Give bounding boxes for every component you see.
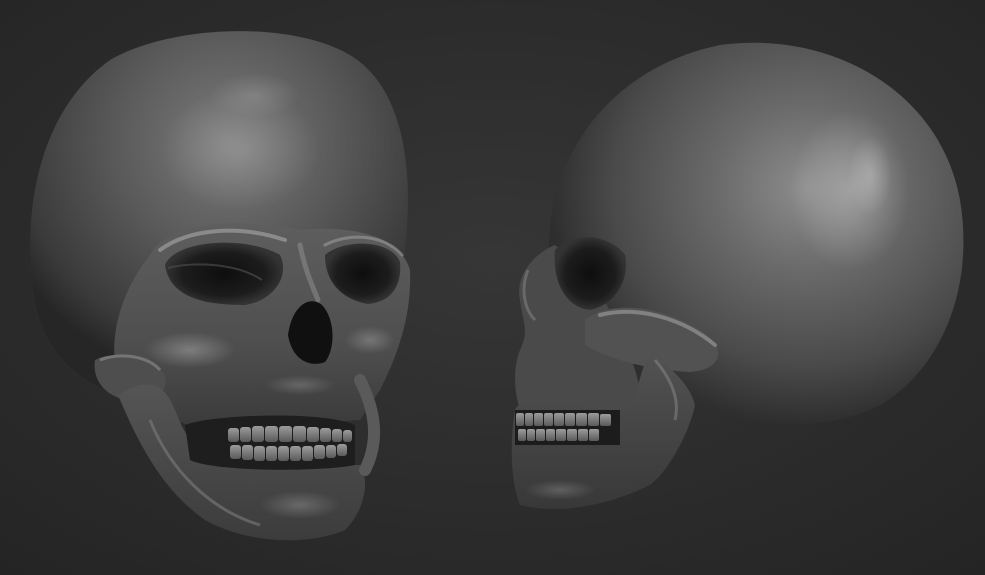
upper-teeth bbox=[516, 413, 611, 426]
render-viewport bbox=[0, 0, 985, 575]
lower-teeth bbox=[518, 429, 599, 441]
skull-render-canvas bbox=[0, 0, 985, 575]
